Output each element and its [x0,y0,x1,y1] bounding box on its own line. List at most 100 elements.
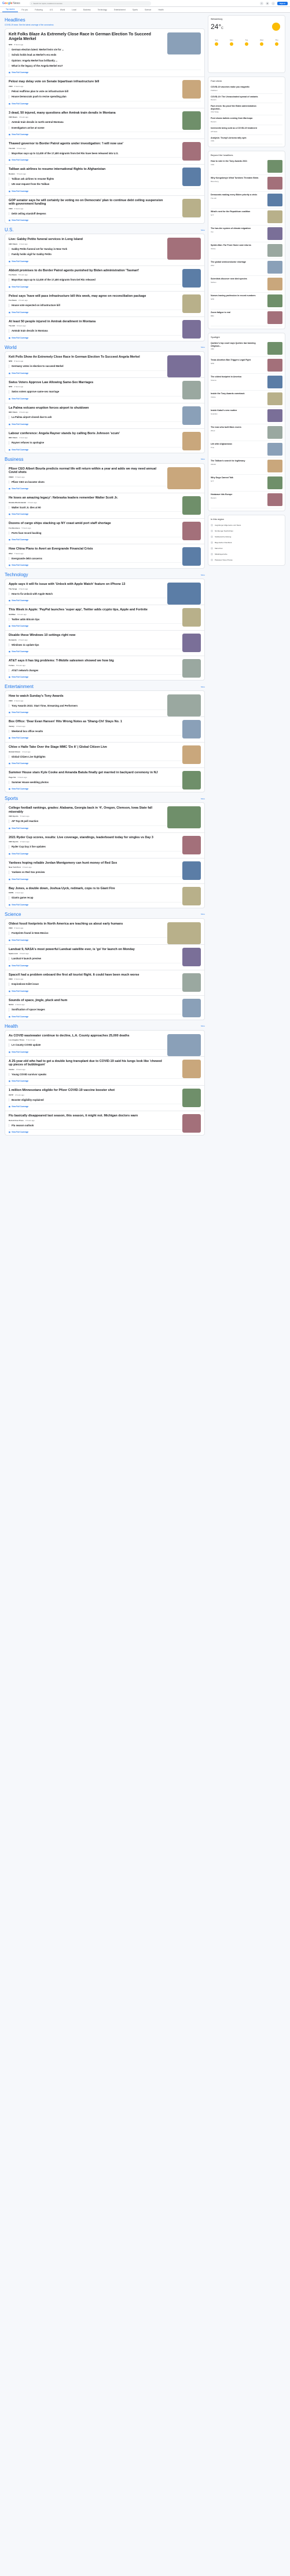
story-headline[interactable]: A 25-year-old who had to get a double lu… [9,1060,165,1067]
local-source-name[interactable]: Nürnberger Nachrichten [215,530,233,532]
section-title-text[interactable]: Headlines [5,17,25,23]
story-headline[interactable]: Swiss Voters Approve Law Allowing Same-S… [9,381,165,385]
related-story[interactable]: Investigators arrive at scene [9,126,201,130]
story-cluster[interactable]: Landsat 9, NASA's most powerful Landsat … [9,947,201,967]
sidebar-story-thumbnail[interactable] [267,160,282,173]
related-story[interactable]: Yankees vs Red Sox preview [9,871,201,874]
full-coverage-label[interactable]: View Full Coverage [12,878,28,881]
story-thumbnail[interactable] [182,142,201,161]
story-source[interactable]: WSJ [9,552,13,555]
sidebar-card-title[interactable]: Spotlight [211,336,282,339]
full-coverage-label[interactable]: View Full Coverage [12,564,28,566]
story-cluster[interactable]: Oldest fossil footprints in North Americ… [9,922,201,944]
settings-icon[interactable]: ⚙ [266,1,269,5]
story-cluster[interactable]: He loses an amazing legacy': Nebraska le… [9,496,201,515]
related-story-title[interactable]: Debt ceiling standoff deepens [12,212,162,215]
story-headline[interactable]: How to watch Sunday's Tony Awards [9,694,165,698]
full-coverage-label[interactable]: View Full Coverage [12,71,28,74]
related-story-title[interactable]: Taliban ask airlines to resume flights [12,177,162,180]
section-more-link[interactable]: More [201,229,205,231]
related-story-title[interactable]: Amtrak train derails in Montana [12,329,162,332]
related-story[interactable]: Giants game recap [9,896,201,900]
related-story-title[interactable]: Mayorkas says up to 12,400 of the 17,400… [12,152,162,155]
sidebar-story-title[interactable]: Life after Afghanistan [211,443,264,446]
section-title-text[interactable]: World [5,345,17,350]
story-source[interactable]: Fox Business [9,527,20,529]
story-source[interactable]: CBS Sports [9,841,19,843]
full-coverage-link[interactable]: ▤ View Full Coverage [9,537,201,541]
story-source[interactable]: The Hill [9,147,15,150]
story-source[interactable]: CNBC [9,476,14,478]
full-coverage-link[interactable]: ▤ View Full Coverage [9,511,201,515]
story-source[interactable]: 9to5Mac [9,613,16,616]
story-thumbnail[interactable] [182,496,201,515]
sidebar-story-title[interactable]: The two-tier system of climate migration [211,227,264,230]
related-story[interactable]: Rayner refuses to apologise [9,441,201,445]
local-source-name[interactable]: Augsburger Allgemeine und News [215,524,241,526]
local-source-link[interactable]: Süddeutsche Zeitung [211,534,282,540]
related-story-title[interactable]: Summer House wedding photos [12,781,162,784]
sidebar-story[interactable]: The two-tier system of climate migration… [211,225,282,243]
full-coverage-link[interactable]: ▤ View Full Coverage [9,1104,201,1108]
story-headline[interactable]: Apple says it will fix issue with 'Unloc… [9,583,165,587]
sidebar-story-thumbnail[interactable] [267,244,282,257]
sidebar-story-title[interactable]: Fact check: No proof the Biden administr… [211,105,264,110]
story-headline[interactable]: AT&T says it has big problems: T-Mobile … [9,659,165,663]
sidebar-story[interactable]: The oldest footprint in America Science [211,374,282,391]
related-story-title[interactable]: Pfizer CEO on booster shots [12,481,162,483]
weather-widget[interactable]: Weissenburg 24°C Sun Mon Tue Wed Thu [208,15,285,73]
story-headline[interactable]: College football rankings, grades: Alaba… [9,806,165,814]
story-source[interactable]: Komando [9,639,17,641]
nav-tab[interactable]: Top stories [2,8,19,12]
story-cluster[interactable]: GOP senator says he will certainly be vo… [9,198,201,221]
story-thumbnail[interactable] [182,835,201,854]
local-source-name[interactable]: Mittelbayerische [215,553,227,555]
sidebar-story-thumbnail[interactable] [267,311,282,325]
story-headline[interactable]: Abbott promises to do Border Patrol agen… [9,269,165,273]
related-story-title[interactable]: Landsat 9 launch preview [12,957,162,960]
full-coverage-label[interactable]: View Full Coverage [12,1016,28,1018]
related-story-title[interactable]: Evergrande debt concerns [12,557,162,560]
section-title-text[interactable]: Sports [5,796,18,801]
full-coverage-link[interactable]: ▤ View Full Coverage [9,446,201,451]
story-headline[interactable]: He loses an amazing legacy': Nebraska le… [9,496,165,500]
section-title[interactable]: Technology More [5,572,205,577]
story-thumbnail[interactable] [182,1059,201,1078]
sidebar-story-thumbnail[interactable] [267,177,282,190]
full-coverage-label[interactable]: View Full Coverage [12,625,28,627]
section-title[interactable]: U.S. More [5,227,205,232]
section-title[interactable]: World More [5,345,205,350]
full-coverage-link[interactable]: ▤ View Full Coverage [9,421,201,425]
story-cluster[interactable]: Pfizer CEO Albert Bourla predicts normal… [9,467,201,490]
related-story[interactable]: Twitter adds Bitcoin tips [9,617,201,621]
story-thumbnail[interactable] [182,198,201,217]
nav-tab[interactable]: Health [155,9,167,12]
full-coverage-label[interactable]: View Full Coverage [12,487,28,490]
sidebar-story-title[interactable]: Scientists discover new bird species [211,278,264,281]
sidebar-story-thumbnail[interactable] [267,261,282,274]
related-story-title[interactable]: Yankees vs Red Sox preview [12,871,162,874]
story-headline[interactable]: This Week in Apple: 'PayPal launches 'su… [9,608,165,612]
related-story-title[interactable]: Sonification of space images [12,1008,162,1011]
sidebar-story[interactable]: Nurses leaving profession in record numb… [211,293,282,310]
story-source[interactable]: Page Six [9,776,16,778]
full-coverage-link[interactable]: ▤ View Full Coverage [9,649,201,653]
apps-grid-icon[interactable]: ⋮ [271,1,275,5]
story-cluster[interactable]: As COVID wastewater continue to decline,… [9,1034,201,1056]
story-headline[interactable]: Chloe x Halle Take Over the Stage MMC 'D… [9,745,165,749]
related-story-title[interactable]: Flu season outlook [12,1124,162,1127]
full-coverage-link[interactable]: ▤ View Full Coverage [9,562,201,566]
section-title[interactable]: Business More [5,457,205,462]
sidebar-story[interactable]: COVID-19: The Unvaccinated spread of var… [211,94,282,104]
story-cluster[interactable]: Pelosi says 'have will pass infrastructu… [9,294,201,314]
local-source-link[interactable]: Bayerischer Rundfunk [211,540,282,545]
full-coverage-label[interactable]: View Full Coverage [12,711,28,714]
full-coverage-link[interactable]: ▤ View Full Coverage [9,735,201,739]
story-thumbnail[interactable] [167,583,201,605]
related-story-title[interactable]: Giants game recap [12,896,162,899]
full-coverage-label[interactable]: View Full Coverage [12,423,28,425]
story-thumbnail[interactable] [182,745,201,765]
related-story[interactable]: Mayorkas says up to 12,400 of the 17,400… [9,151,201,155]
local-source-name[interactable]: Main-Post [215,547,223,550]
full-coverage-label[interactable]: View Full Coverage [12,650,28,653]
